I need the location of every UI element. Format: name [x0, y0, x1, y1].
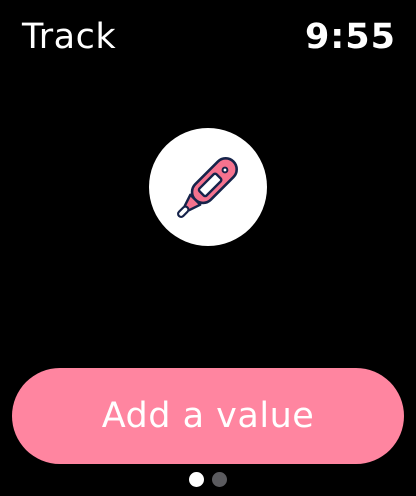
status-bar: Track 9:55	[0, 0, 416, 76]
page-dot-2[interactable]	[212, 472, 227, 487]
clock: 9:55	[304, 17, 396, 57]
add-value-label: Add a value	[101, 396, 315, 436]
page-title: Track	[22, 17, 117, 57]
add-value-button[interactable]: Add a value	[12, 368, 404, 464]
page-indicator	[0, 472, 416, 488]
page-dot-1[interactable]	[189, 472, 204, 487]
thermometer-icon	[177, 157, 238, 218]
icon-badge	[149, 128, 267, 246]
